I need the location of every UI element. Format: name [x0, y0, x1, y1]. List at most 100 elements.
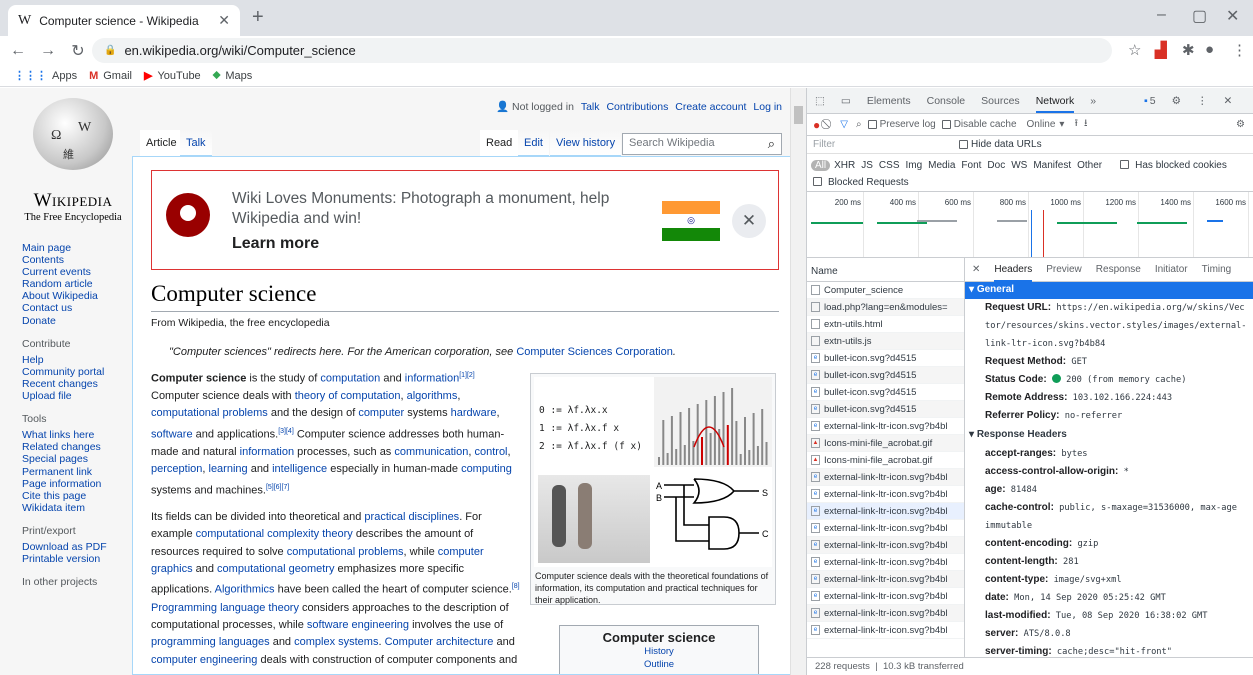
tab-console[interactable]: Console [927, 95, 966, 107]
request-row[interactable]: e external-link-ltr-icon.svg?b4bl [807, 554, 964, 571]
filter-icon[interactable]: ▽ [840, 119, 848, 130]
tab-network[interactable]: Network [1035, 89, 1075, 113]
export-har-icon[interactable]: ⭳ [1084, 116, 1088, 133]
request-row[interactable]: e bullet-icon.svg?d4515 [807, 350, 964, 367]
type-filter-doc[interactable]: Doc [987, 160, 1005, 171]
type-filter-xhr[interactable]: XHR [834, 160, 855, 171]
record-icon[interactable]: ● [813, 118, 820, 132]
article-link[interactable]: complex systems [294, 636, 378, 648]
tab-initiator[interactable]: Initiator [1155, 264, 1188, 275]
request-row[interactable]: e external-link-ltr-icon.svg?b4bl [807, 469, 964, 486]
article-link[interactable]: computational geometry [217, 563, 334, 575]
sidebar-item-permanent-link[interactable]: Permanent link [22, 466, 132, 478]
citation-link[interactable]: [8] [512, 583, 520, 590]
tab-edit[interactable]: Edit [518, 130, 549, 156]
network-settings-icon[interactable]: ⚙ [1236, 119, 1245, 130]
tab-preview[interactable]: Preview [1046, 264, 1082, 275]
request-row[interactable]: e bullet-icon.svg?d4515 [807, 384, 964, 401]
hide-data-urls-checkbox[interactable] [959, 140, 968, 149]
article-link[interactable]: computer [358, 407, 404, 419]
article-link[interactable]: communication [394, 446, 468, 458]
article-link[interactable]: software engineering [307, 619, 409, 631]
request-row[interactable]: e external-link-ltr-icon.svg?b4bl [807, 503, 964, 520]
tab-elements[interactable]: Elements [867, 95, 911, 107]
sidebar-item-main-page[interactable]: Main page [22, 242, 132, 254]
search-icon[interactable]: ⌕ [768, 136, 775, 152]
profile-icon[interactable]: ● [1205, 41, 1214, 58]
sidebar-item-community-portal[interactable]: Community portal [22, 366, 132, 378]
navbox-link-history[interactable]: History [560, 645, 758, 658]
request-row[interactable]: e external-link-ltr-icon.svg?b4bl [807, 520, 964, 537]
article-link[interactable]: computational problems [287, 546, 404, 558]
article-link[interactable]: control [474, 446, 507, 458]
article-link[interactable]: information [240, 446, 294, 458]
bookmark-apps[interactable]: ⋮⋮⋮ Apps [14, 69, 77, 83]
extensions-icon[interactable]: ✱ [1182, 41, 1195, 59]
request-row[interactable]: e external-link-ltr-icon.svg?b4bl [807, 605, 964, 622]
log-in-link[interactable]: Log in [753, 101, 782, 113]
type-filter-font[interactable]: Font [961, 160, 981, 171]
chevron-down-icon[interactable]: ▾ [1059, 119, 1064, 130]
bookmark-gmail[interactable]: M Gmail [89, 70, 132, 82]
article-link[interactable]: Programming language theory [151, 602, 299, 614]
sidebar-item-about-wikipedia[interactable]: About Wikipedia [22, 290, 132, 302]
close-devtools-icon[interactable]: ✕ [1224, 95, 1233, 107]
learn-more-link[interactable]: Learn more [232, 235, 319, 253]
tab-read[interactable]: Read [480, 130, 519, 156]
lock-icon[interactable]: 🔒 [104, 45, 116, 56]
back-icon[interactable]: ← [6, 42, 30, 60]
blocked-requests-checkbox[interactable] [813, 177, 822, 186]
browser-tab[interactable]: W Computer science - Wikipedia ✕ [8, 5, 240, 36]
bookmark-star-icon[interactable]: ☆ [1128, 41, 1141, 59]
article-link[interactable]: intelligence [272, 463, 327, 475]
type-filter-other[interactable]: Other [1077, 160, 1102, 171]
page-scrollbar[interactable] [790, 88, 806, 675]
preserve-log-checkbox[interactable] [867, 120, 877, 129]
request-row[interactable]: e external-link-ltr-icon.svg?b4bl [807, 418, 964, 435]
request-row[interactable]: ▲ Icons-mini-file_acrobat.gif [807, 452, 964, 469]
menu-icon[interactable]: ⋮ [1232, 41, 1247, 59]
request-row[interactable]: e bullet-icon.svg?d4515 [807, 367, 964, 384]
sidebar-item-page-information[interactable]: Page information [22, 478, 132, 490]
hatnote-link[interactable]: Computer Sciences Corporation [516, 346, 673, 358]
sidebar-item-printable-version[interactable]: Printable version [22, 553, 132, 565]
request-row[interactable]: e external-link-ltr-icon.svg?b4bl [807, 537, 964, 554]
article-link[interactable]: algorithms [407, 390, 458, 402]
contributions-link[interactable]: Contributions [606, 101, 668, 113]
article-link[interactable]: computer engineering [151, 654, 257, 666]
devtools-menu-icon[interactable]: ⋮ [1197, 95, 1208, 107]
request-row[interactable]: e external-link-ltr-icon.svg?b4bl [807, 486, 964, 503]
type-filter-img[interactable]: Img [905, 160, 922, 171]
citation-link[interactable]: [1][2] [459, 372, 475, 379]
tab-headers[interactable]: Headers [994, 258, 1033, 282]
messages-icon[interactable]: ▪ [1144, 95, 1148, 107]
article-link[interactable]: programming languages [151, 636, 270, 648]
article-link[interactable]: practical disciplines [364, 511, 459, 523]
response-headers-header[interactable]: ▾ Response Headers [965, 425, 1253, 445]
create-account-link[interactable]: Create account [675, 101, 746, 113]
type-filter-all[interactable]: All [811, 160, 831, 171]
general-section-header[interactable]: ▾ General [965, 282, 1253, 299]
banner-close-button[interactable]: ✕ [732, 204, 766, 238]
wikipedia-logo[interactable]: ΩW維 Wikipedia The Free Encyclopedia [18, 98, 128, 223]
request-row[interactable]: Computer_science [807, 282, 964, 299]
type-filter-js[interactable]: JS [861, 160, 873, 171]
citation-link[interactable]: [3][4] [278, 428, 294, 435]
request-row[interactable]: ▲ Icons-mini-file_acrobat.gif [807, 435, 964, 452]
sidebar-item-what-links-here[interactable]: What links here [22, 429, 132, 441]
acrobat-extension-icon[interactable]: ▟ [1155, 41, 1167, 59]
article-link[interactable]: Algorithmics [215, 584, 275, 596]
navbox-link-outline[interactable]: Outline [560, 658, 758, 671]
article-link[interactable]: theory of computation [295, 390, 401, 402]
type-filter-css[interactable]: CSS [879, 160, 900, 171]
request-row[interactable]: e external-link-ltr-icon.svg?b4bl [807, 588, 964, 605]
network-overview-timeline[interactable]: 200 ms 400 ms 600 ms 800 ms 1000 ms 1200 ms 14… [807, 192, 1253, 258]
type-filter-media[interactable]: Media [928, 160, 955, 171]
bookmark-youtube[interactable]: ▶ YouTube [144, 69, 201, 83]
disable-cache-checkbox[interactable] [941, 120, 951, 129]
article-link[interactable]: software [151, 429, 193, 441]
name-column-header[interactable]: Name [807, 258, 964, 282]
more-tabs-icon[interactable]: » [1090, 95, 1096, 107]
request-row[interactable]: extn-utils.html [807, 316, 964, 333]
throttling-select[interactable]: Online [1027, 119, 1056, 130]
